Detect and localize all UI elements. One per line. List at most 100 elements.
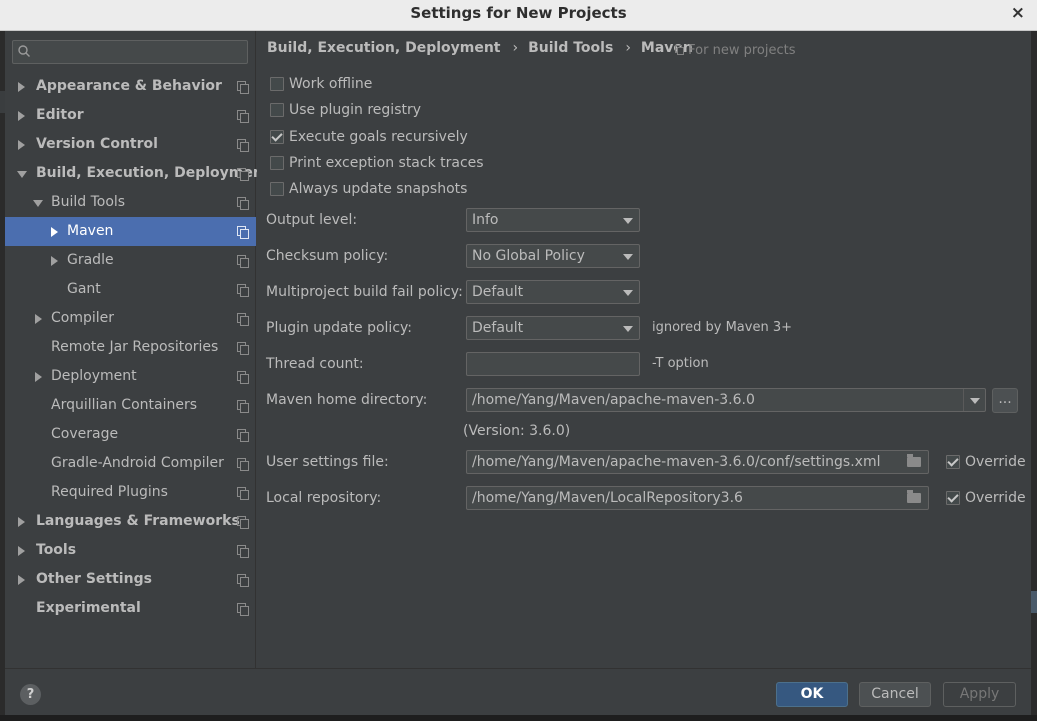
project-scope-icon: [237, 545, 249, 558]
select-value: Info: [472, 212, 499, 228]
sidebar-item-maven[interactable]: Maven: [5, 217, 256, 246]
close-icon[interactable]: ×: [1011, 0, 1025, 27]
thread-count-input[interactable]: [466, 352, 640, 376]
chevron-down-icon[interactable]: [963, 389, 985, 411]
sidebar-item-label: Arquillian Containers: [51, 397, 198, 413]
expand-arrow-icon: [18, 140, 25, 150]
expand-arrow-icon: [35, 372, 42, 382]
sidebar-item-tools[interactable]: Tools: [5, 536, 256, 565]
checkbox-box[interactable]: [270, 130, 284, 144]
browse-maven-home-button[interactable]: ...: [992, 388, 1018, 413]
expand-arrow-icon: [51, 256, 58, 266]
chevron-down-icon: [623, 326, 633, 332]
checkbox-label: Always update snapshots: [289, 181, 468, 197]
maven-home-select[interactable]: /home/Yang/Maven/apache-maven-3.6.0: [466, 388, 986, 412]
sidebar-item-label: Remote Jar Repositories: [51, 339, 219, 355]
sidebar-item-label: Deployment: [51, 368, 137, 384]
sidebar-item-languages-frameworks[interactable]: Languages & Frameworks: [5, 507, 256, 536]
project-scope-icon: [237, 255, 249, 268]
local-repository-input[interactable]: /home/Yang/Maven/LocalRepository3.6: [466, 486, 929, 510]
checkbox-box[interactable]: [270, 77, 284, 91]
breadcrumb-separator: ›: [625, 40, 631, 56]
apply-button[interactable]: Apply: [943, 682, 1016, 707]
maven-settings-panel: Build, Execution, Deployment › Build Tools…: [257, 31, 1031, 668]
expand-arrow-icon: [51, 227, 58, 237]
sidebar-item-label: Gradle: [67, 252, 114, 268]
checkbox-label: Override: [965, 454, 1026, 470]
input-value: /home/Yang/Maven/LocalRepository3.6: [472, 490, 743, 506]
sidebar-item-label: Compiler: [51, 310, 115, 326]
select-value: /home/Yang/Maven/apache-maven-3.6.0: [472, 392, 755, 408]
sidebar-item-required-plugins[interactable]: Required Plugins: [5, 478, 256, 507]
checksum-policy-label: Checksum policy:: [266, 248, 389, 264]
user-settings-label: User settings file:: [266, 454, 389, 470]
plugin-update-policy-select[interactable]: Default: [466, 316, 640, 340]
breadcrumb: Build, Execution, Deployment › Build Tools…: [267, 40, 699, 56]
search-input[interactable]: [12, 40, 248, 64]
sidebar-item-deployment[interactable]: Deployment: [5, 362, 256, 391]
sidebar-item-experimental[interactable]: Experimental: [5, 594, 256, 623]
sidebar-item-label: Appearance & Behavior: [36, 78, 222, 94]
thread-count-label: Thread count:: [266, 356, 364, 372]
ok-button[interactable]: OK: [776, 682, 848, 707]
select-value: No Global Policy: [472, 248, 585, 264]
output-level-select[interactable]: Info: [466, 208, 640, 232]
sidebar-item-label: Build, Execution, Deployment: [36, 165, 270, 181]
sidebar-item-label: Tools: [36, 542, 77, 558]
help-icon[interactable]: ?: [20, 684, 41, 705]
chevron-down-icon: [623, 218, 633, 224]
sidebar-item-appearance-behavior[interactable]: Appearance & Behavior: [5, 72, 256, 101]
checkbox-box[interactable]: [946, 455, 960, 469]
sidebar-item-other-settings[interactable]: Other Settings: [5, 565, 256, 594]
cancel-button[interactable]: Cancel: [859, 682, 931, 707]
checkbox-box[interactable]: [270, 182, 284, 196]
checkbox-box[interactable]: [270, 103, 284, 117]
folder-icon[interactable]: [907, 490, 921, 503]
input-value: /home/Yang/Maven/apache-maven-3.6.0/conf…: [472, 454, 881, 470]
folder-icon[interactable]: [907, 454, 921, 467]
multiproject-fail-policy-select[interactable]: Default: [466, 280, 640, 304]
expand-arrow-icon: [18, 82, 25, 92]
sidebar-item-editor[interactable]: Editor: [5, 101, 256, 130]
sidebar-item-label: Other Settings: [36, 571, 152, 587]
scope-note: For new projects: [675, 43, 795, 58]
expand-arrow-icon: [18, 575, 25, 585]
expand-arrow-icon: [35, 314, 42, 324]
sidebar-item-label: Coverage: [51, 426, 119, 442]
sidebar-item-build-tools[interactable]: Build Tools: [5, 188, 256, 217]
expand-arrow-icon: [18, 517, 25, 527]
project-scope-icon: [237, 574, 249, 587]
expand-arrow-icon: [18, 546, 25, 556]
user-settings-input[interactable]: /home/Yang/Maven/apache-maven-3.6.0/conf…: [466, 450, 929, 474]
checkbox-label: Work offline: [289, 76, 373, 92]
project-scope-icon: [237, 139, 249, 152]
checkbox-box[interactable]: [270, 156, 284, 170]
sidebar-item-label: Version Control: [36, 136, 158, 152]
sidebar-item-arquillian-containers[interactable]: Arquillian Containers: [5, 391, 256, 420]
background-edge-right: [1031, 31, 1037, 721]
project-scope-icon: [237, 458, 249, 471]
settings-sidebar: Appearance & Behavior Editor Version Con…: [5, 31, 270, 668]
sidebar-item-gant[interactable]: Gant: [5, 275, 256, 304]
search-icon: [18, 45, 30, 57]
project-scope-icon: [237, 110, 249, 123]
project-scope-icon: [237, 284, 249, 297]
sidebar-item-remote-jar-repositories[interactable]: Remote Jar Repositories: [5, 333, 256, 362]
sidebar-item-compiler[interactable]: Compiler: [5, 304, 256, 333]
sidebar-item-version-control[interactable]: Version Control: [5, 130, 256, 159]
project-scope-icon: [237, 516, 249, 529]
sidebar-item-coverage[interactable]: Coverage: [5, 420, 256, 449]
checkbox-label: Execute goals recursively: [289, 129, 468, 145]
sidebar-item-label: Languages & Frameworks: [36, 513, 240, 529]
project-scope-icon: [237, 487, 249, 500]
sidebar-item-gradle-android-compiler[interactable]: Gradle-Android Compiler: [5, 449, 256, 478]
sidebar-item-gradle[interactable]: Gradle: [5, 246, 256, 275]
local-repository-label: Local repository:: [266, 490, 382, 506]
breadcrumb-separator: ›: [512, 40, 519, 56]
checkbox-box[interactable]: [946, 491, 960, 505]
collapse-arrow-icon: [33, 200, 43, 207]
checkbox-label: Print exception stack traces: [289, 155, 484, 171]
checksum-policy-select[interactable]: No Global Policy: [466, 244, 640, 268]
sidebar-item-build-execution-deployment[interactable]: Build, Execution, Deployment: [5, 159, 270, 188]
expand-arrow-icon: [18, 111, 25, 121]
